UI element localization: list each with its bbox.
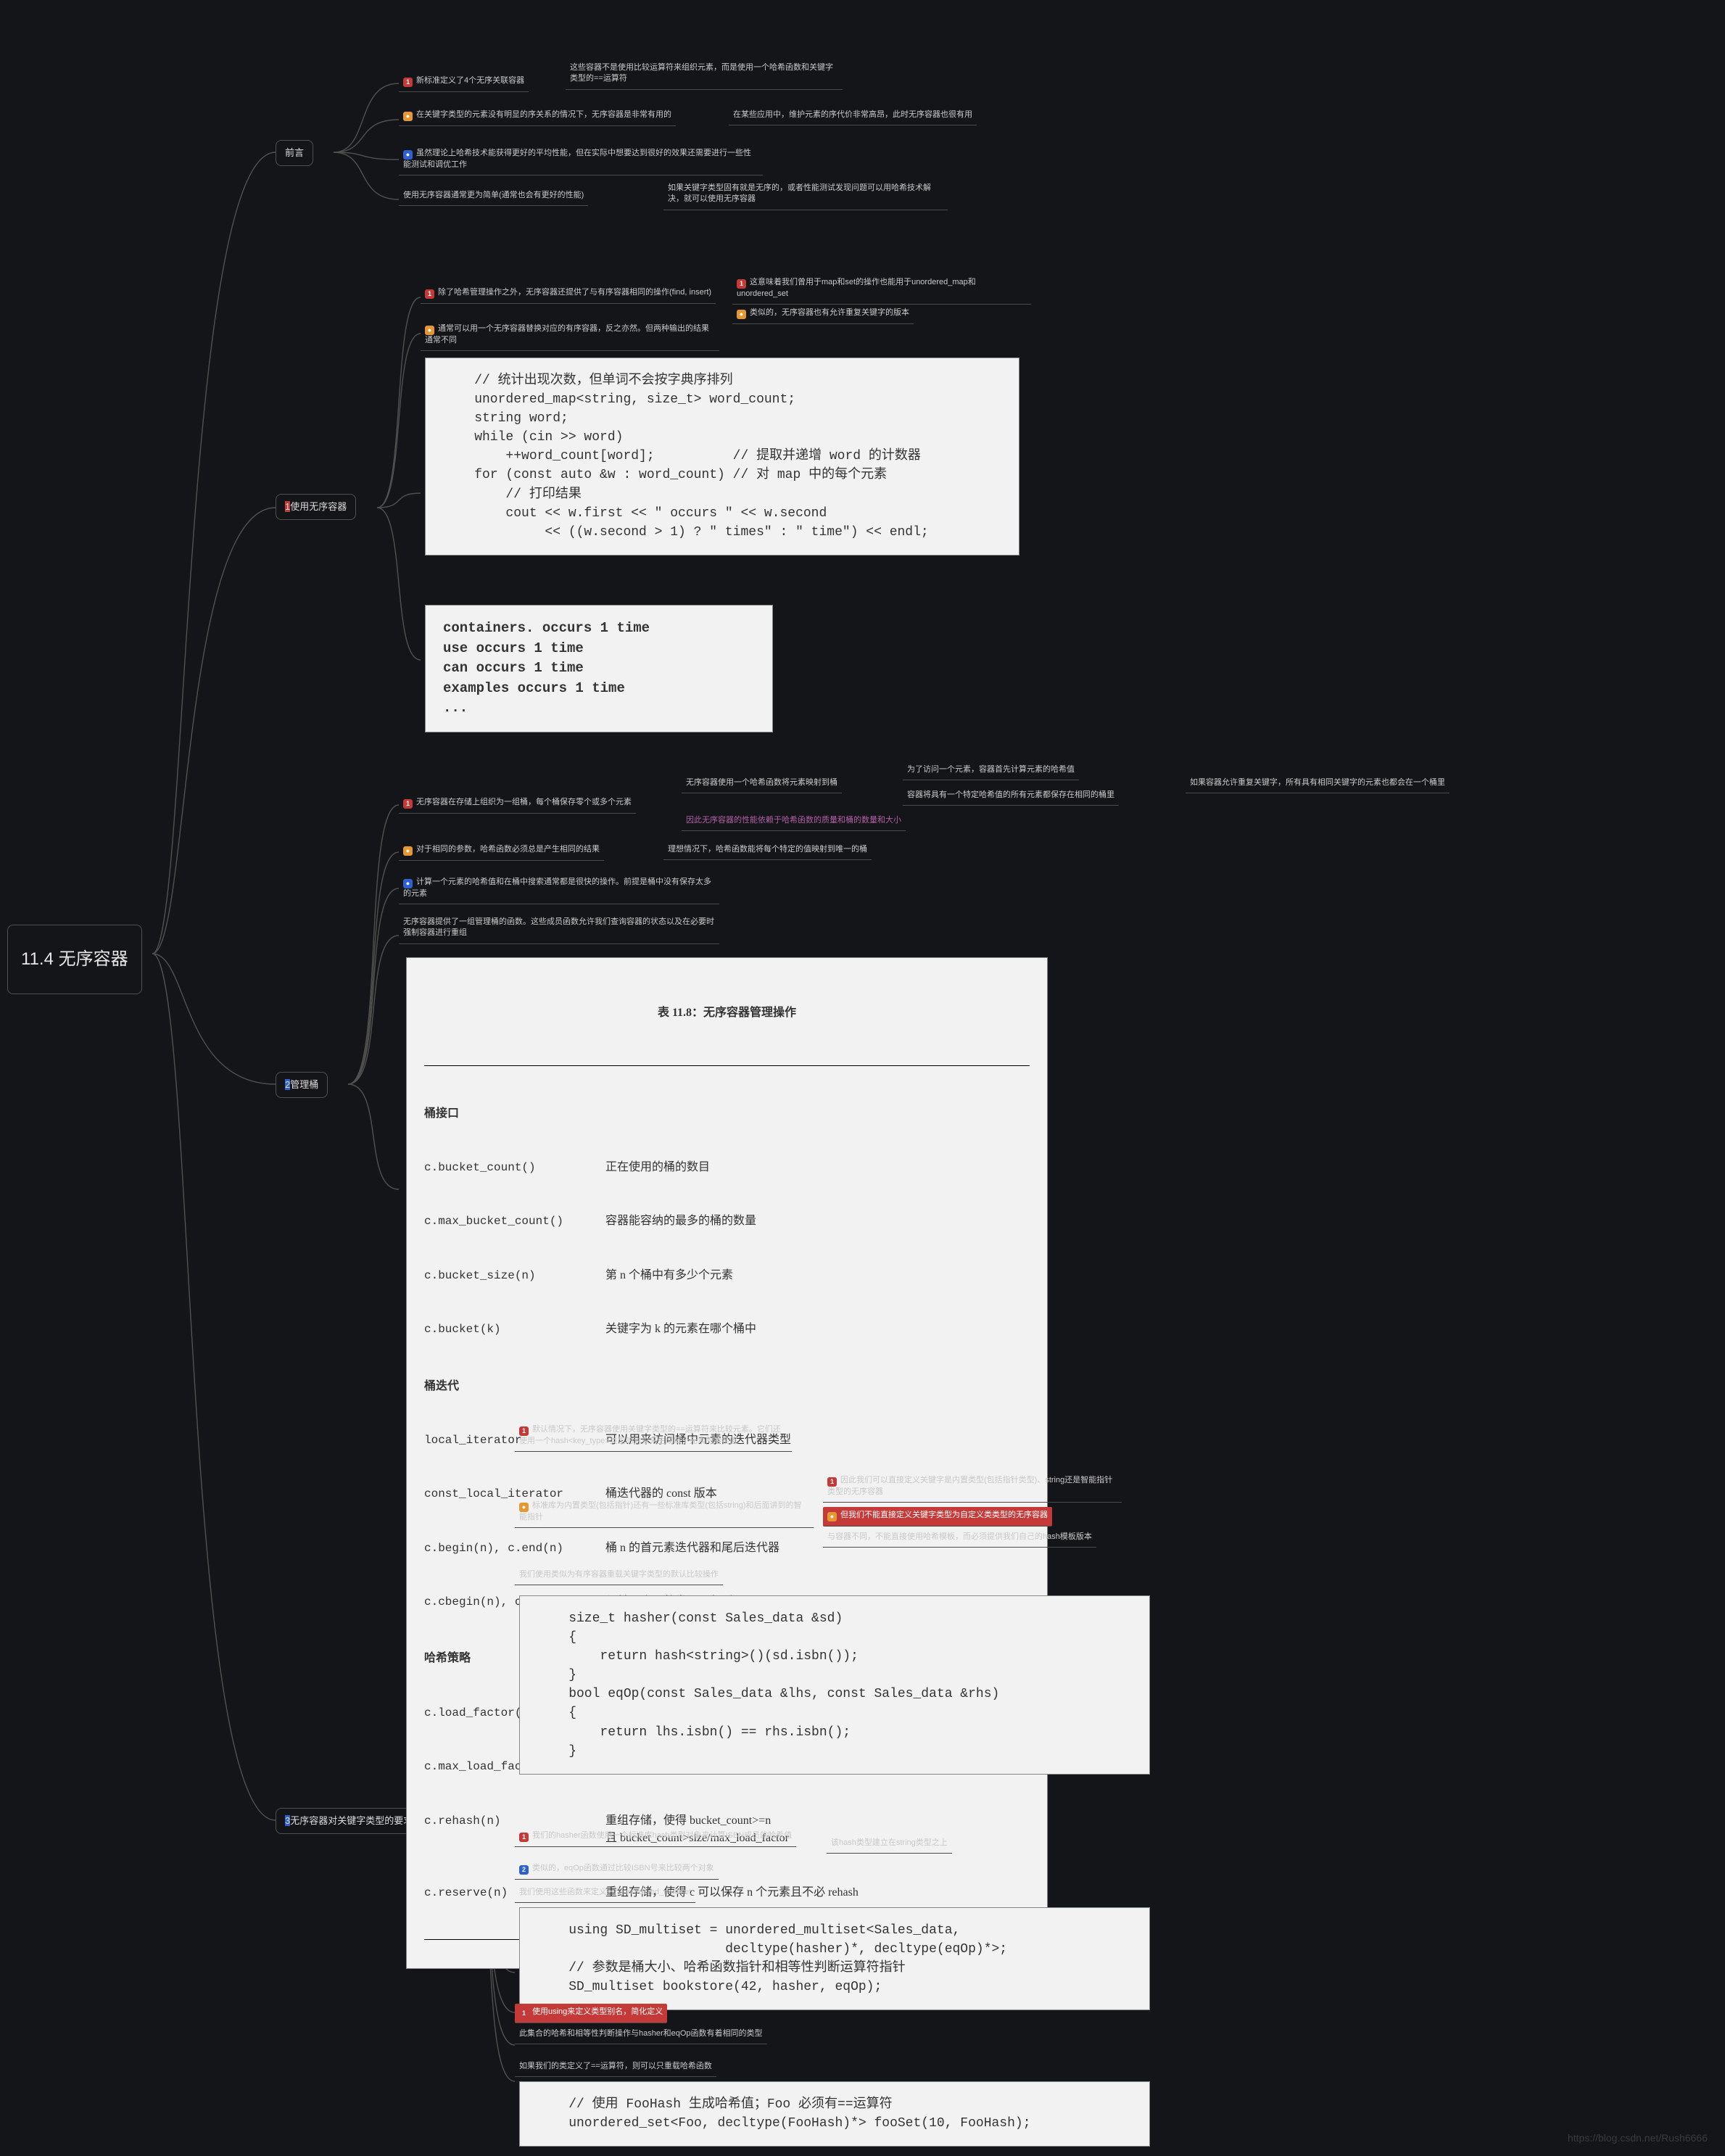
output-block-1: containers. occurs 1 time use occurs 1 t… xyxy=(425,605,773,732)
marker-icon: 1 xyxy=(737,279,746,289)
node[interactable]: 因此无序容器的性能依赖于哈希函数的质量和桶的数量和大小 xyxy=(682,812,906,831)
marker-icon: ● xyxy=(403,150,413,160)
section-preface[interactable]: 前言 xyxy=(276,140,313,166)
node[interactable]: 这些容器不是使用比较运算符来组织元素，而是使用一个哈希函数和关键字类型的==运算… xyxy=(566,59,843,90)
node[interactable]: ●在关键字类型的元素没有明显的序关系的情况下，无序容器是非常有用的 xyxy=(399,107,676,126)
section-use[interactable]: 1使用无序容器 xyxy=(276,494,356,520)
node[interactable]: 我们使用这些函数来定义一个unordered_multiset xyxy=(515,1884,695,1903)
node[interactable]: 理想情况下，哈希函数能将每个特定的值映射到唯一的桶 xyxy=(663,841,872,860)
node[interactable]: 1这意味着我们曾用于map和set的操作也能用于unordered_map和un… xyxy=(732,274,1031,305)
node[interactable]: 1因此我们可以直接定义关键字是内置类型(包括指针类型)、string还是智能指针… xyxy=(823,1472,1122,1503)
marker-icon: 2 xyxy=(519,1865,529,1875)
table-figure: 表 11.8：无序容器管理操作 桶接口 c.bucket_count()正在使用… xyxy=(406,957,1048,1969)
node[interactable]: 1除了哈希管理操作之外，无序容器还提供了与有序容器相同的操作(find, ins… xyxy=(421,284,716,304)
code-block-3: using SD_multiset = unordered_multiset<S… xyxy=(519,1907,1150,2010)
node[interactable]: 如果容器允许重复关键字，所有具有相同关键字的元素也都会在一个桶里 xyxy=(1186,775,1449,793)
root-label: 11.4 无序容器 xyxy=(21,949,128,969)
section-bucket[interactable]: 2管理桶 xyxy=(276,1072,328,1098)
table-title: 表 11.8：无序容器管理操作 xyxy=(424,1004,1030,1023)
marker-icon: ● xyxy=(827,1512,837,1521)
marker-icon: 1 xyxy=(519,1426,529,1436)
node[interactable]: ●虽然理论上哈希技术能获得更好的平均性能，但在实际中想要达到很好的效果还需要进行… xyxy=(399,145,763,175)
node[interactable]: 1默认情况下，无序容器使用关键字类型的==运算符来比较元素。它们还使用一个has… xyxy=(515,1421,792,1452)
node[interactable]: 无序容器使用一个哈希函数将元素映射到桶 xyxy=(682,775,842,793)
marker-icon: 1 xyxy=(519,2009,529,2018)
node[interactable]: 无序容器提供了一组管理桶的函数。这些成员函数允许我们查询容器的状态以及在必要时强… xyxy=(399,914,719,944)
marker-icon: 1 xyxy=(403,78,413,87)
section-keyreq[interactable]: 3无序容器对关键字类型的要求 xyxy=(276,1808,422,1834)
watermark: https://blog.csdn.net/Rush6666 xyxy=(1568,2131,1708,2146)
node[interactable]: 该hash类型建立在string类型之上 xyxy=(827,1835,952,1854)
node[interactable]: 为了访问一个元素，容器首先计算元素的哈希值 xyxy=(903,761,1079,780)
node[interactable]: 在某些应用中，维护元素的序代价非常高昂，此时无序容器也很有用 xyxy=(729,107,977,125)
marker-icon: ● xyxy=(403,112,413,121)
node[interactable]: 如果关键字类型固有就是无序的，或者性能测试发现问题可以用哈希技术解决，就可以使用… xyxy=(663,180,948,210)
node[interactable]: 我们使用类似为有序容器重载关键字类型的默认比较操作 xyxy=(515,1566,723,1585)
node[interactable]: 1新标准定义了4个无序关联容器 xyxy=(399,73,529,92)
node[interactable]: 2类似的，eqOp函数通过比较ISBN号来比较两个对象 xyxy=(515,1860,719,1880)
node[interactable]: 如果我们的类定义了==运算符，则可以只重载哈希函数 xyxy=(515,2058,716,2077)
node-emphasis[interactable]: 1使用using来定义类型别名，简化定义 xyxy=(515,2004,667,2023)
node[interactable]: 1我们的hasher函数使用一个标准库hash类型对象来计算ISBN成员的哈希值 xyxy=(515,1827,796,1847)
marker-icon: 1 xyxy=(519,1833,529,1842)
node[interactable]: ●标准库为内置类型(包括指针)还有一些标准库类型(包括string)和后面讲到的… xyxy=(515,1498,814,1528)
node[interactable]: ●对于相同的参数，哈希函数必须总是产生相同的结果 xyxy=(399,841,604,861)
marker-icon: ● xyxy=(403,846,413,856)
node[interactable]: 此集合的哈希和相等性判断操作与hasher和eqOp函数有着相同的类型 xyxy=(515,2025,767,2044)
node[interactable]: 1无序容器在存储上组织为一组桶，每个桶保存零个或多个元素 xyxy=(399,794,636,814)
root-node[interactable]: 11.4 无序容器 xyxy=(7,925,142,994)
node[interactable]: ●计算一个元素的哈希值和在桶中搜索通常都是很快的操作。前提是桶中没有保存太多的元… xyxy=(399,874,719,904)
node[interactable]: 与容器不同，不能直接使用哈希模板，而必须提供我们自己的hash模板版本 xyxy=(823,1529,1096,1548)
node[interactable]: ●通常可以用一个无序容器替换对应的有序容器，反之亦然。但两种输出的结果通常不同 xyxy=(421,321,719,351)
node[interactable]: ●类似的，无序容器也有允许重复关键字的版本 xyxy=(732,305,914,324)
mindmap-canvas: 11.4 无序容器 前言 1使用无序容器 2管理桶 3无序容器对关键字类型的要求… xyxy=(0,0,1725,2156)
code-block-2: size_t hasher(const Sales_data &sd) { re… xyxy=(519,1595,1150,1775)
node-emphasis[interactable]: ●但我们不能直接定义关键字类型为自定义类类型的无序容器 xyxy=(823,1507,1052,1527)
marker-icon: 1 xyxy=(827,1477,837,1487)
code-block-1: // 统计出现次数，但单词不会按字典序排列 unordered_map<stri… xyxy=(425,358,1019,555)
marker-icon: ● xyxy=(403,879,413,888)
marker-icon: 1 xyxy=(403,799,413,809)
marker-icon: ● xyxy=(519,1503,529,1512)
code-block-4: // 使用 FooHash 生成哈希值；Foo 必须有==运算符 unorder… xyxy=(519,2081,1150,2147)
marker-icon: ● xyxy=(425,326,434,335)
node[interactable]: 使用无序容器通常更为简单(通常也会有更好的性能) xyxy=(399,187,588,206)
marker-icon: 1 xyxy=(425,289,434,299)
marker-icon: ● xyxy=(737,310,746,319)
node[interactable]: 容器将具有一个特定哈希值的所有元素都保存在相同的桶里 xyxy=(903,787,1119,806)
